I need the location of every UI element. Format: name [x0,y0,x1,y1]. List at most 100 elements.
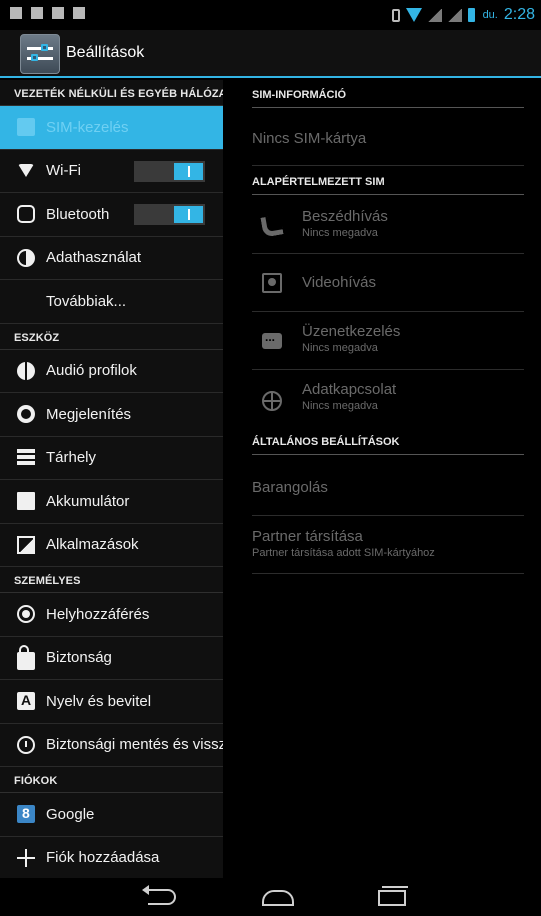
sidebar-item-audio-profiles[interactable]: Audió profilok [0,350,223,393]
voice-call-item[interactable]: Beszédhívás Nincs megadva [252,198,524,254]
globe-icon [262,391,282,411]
display-icon [17,405,35,424]
warning-notification-icon [52,7,64,19]
sidebar-item-label: Tárhely [46,449,97,467]
language-icon [17,692,35,711]
sidebar-item-add-account[interactable]: Fiók hozzáadása [0,837,223,879]
wifi-status-icon [405,8,422,22]
sidebar-item-label: Nyelv és bevitel [46,692,152,710]
sidebar-item-label: Fiók hozzáadása [46,849,160,867]
data-usage-icon [17,248,35,267]
storage-icon [17,448,35,467]
sidebar-item-location[interactable]: Helyhozzáférés [0,593,223,637]
sidebar-item-label: Biztonság [46,649,112,667]
sidebar-item-wifi[interactable]: Wi-Fi [0,150,223,193]
sidebar-item-label: Alkalmazások [46,536,139,554]
screenshot-notification-icon [10,7,22,19]
data-connection-subtitle: Nincs megadva [302,400,378,412]
section-header-device: ESZKÖZ [0,324,223,350]
section-header-default-sim: ALAPÉRTELMEZETT SIM [252,176,524,195]
toggle-thumb [174,162,203,180]
sidebar-item-label: Biztonsági mentés és visszaállítás [46,736,223,754]
section-header-sim-info: SIM-INFORMÁCIÓ [252,89,524,108]
sidebar-item-label: Adathasználat [46,249,142,267]
home-icon[interactable] [262,890,294,906]
notification-icons [10,7,85,19]
back-icon[interactable] [142,885,176,905]
status-ampm: du. [482,9,498,21]
sidebar-item-apps[interactable]: Alkalmazások [0,524,223,567]
sidebar-item-label: Google [46,805,95,823]
settings-app-icon[interactable] [20,34,60,74]
phone-icon [260,214,284,238]
signal-1-icon [427,8,442,22]
audio-profile-icon [17,361,35,380]
store-notification-icon [73,7,85,19]
navigation-bar [0,878,541,916]
video-call-item[interactable]: Videohívás [252,254,524,312]
message-icon [262,330,282,349]
sidebar-item-more[interactable]: Továbbiak... [0,280,223,324]
sidebar-item-storage[interactable]: Tárhely [0,437,223,480]
sim-card-icon [17,118,35,137]
backup-restore-icon [17,735,35,754]
sidebar-item-security[interactable]: Biztonság [0,637,223,680]
messaging-item[interactable]: Üzenetkezelés Nincs megadva [252,312,524,370]
signal-2-icon [447,8,462,22]
battery-icon [17,492,35,511]
sidebar-item-label: Továbbiak... [46,292,127,310]
page-title: Beállítások [66,44,145,61]
sidebar-item-bluetooth[interactable]: Bluetooth [0,193,223,237]
video-call-icon [262,273,282,293]
sidebar-item-data-usage[interactable]: Adathasználat [0,237,223,280]
sidebar-item-label: Bluetooth [46,205,110,223]
contact-binding-item[interactable]: Partner társítása Partner társítása adot… [252,516,524,574]
voice-call-title: Beszédhívás [302,208,388,225]
sim-management-detail: SIM-INFORMÁCIÓ Nincs SIM-kártya ALAPÉRTE… [223,80,541,878]
sidebar-item-battery[interactable]: Akkumulátor [0,480,223,524]
section-header-personal: SZEMÉLYES [0,567,223,593]
sidebar-item-backup[interactable]: Biztonsági mentés és visszaállítás [0,724,223,767]
sidebar-item-label: SIM-kezelés [46,118,129,136]
wifi-toggle[interactable] [134,160,205,182]
recent-apps-icon[interactable] [378,886,408,906]
location-icon [17,605,35,624]
settings-sidebar[interactable]: VEZETÉK NÉLKÜLI ÉS EGYÉB HÁLÓZATOK SIM-k… [0,80,223,878]
toggle-thumb [174,206,203,223]
data-connection-title: Adatkapcsolat [302,381,397,398]
messaging-title: Üzenetkezelés [302,323,401,340]
voice-call-subtitle: Nincs megadva [302,227,378,239]
file-notification-icon [31,7,43,19]
sidebar-item-sim[interactable]: SIM-kezelés [0,106,223,150]
roaming-item[interactable]: Barangolás [252,460,524,516]
lock-icon [17,644,35,670]
battery-status-icon [467,8,475,22]
section-header-general: ÁLTALÁNOS BEÁLLÍTÁSOK [252,436,524,455]
sidebar-item-label: Audió profilok [46,362,137,380]
no-sim-item: Nincs SIM-kártya [252,116,524,166]
wifi-icon [17,162,35,180]
sidebar-item-google[interactable]: Google [0,793,223,837]
section-header-accounts: FIÓKOK [0,767,223,793]
bluetooth-icon [17,205,35,224]
video-call-title: Videohívás [302,274,376,291]
messaging-subtitle: Nincs megadva [302,342,378,354]
sidebar-item-language[interactable]: Nyelv és bevitel [0,680,223,724]
status-bar: du. 2:28 [0,0,541,30]
sidebar-item-label: Wi-Fi [46,162,81,180]
system-icons: du. 2:28 [391,6,535,24]
sidebar-item-display[interactable]: Megjelenítés [0,393,223,437]
contact-binding-title: Partner társítása [252,528,363,545]
apps-icon [17,535,35,554]
status-clock: 2:28 [503,6,535,23]
data-connection-item[interactable]: Adatkapcsolat Nincs megadva [252,370,524,428]
sidebar-item-label: Helyhozzáférés [46,605,150,623]
bluetooth-status-icon [391,8,400,22]
sidebar-item-label: Megjelenítés [46,405,132,423]
sidebar-item-label: Akkumulátor [46,492,130,510]
bluetooth-toggle[interactable] [134,204,205,225]
action-bar: Beállítások [0,30,541,78]
contact-binding-subtitle: Partner társítása adott SIM-kártyához [252,547,435,559]
roaming-title: Barangolás [252,479,328,496]
add-icon [17,848,35,867]
